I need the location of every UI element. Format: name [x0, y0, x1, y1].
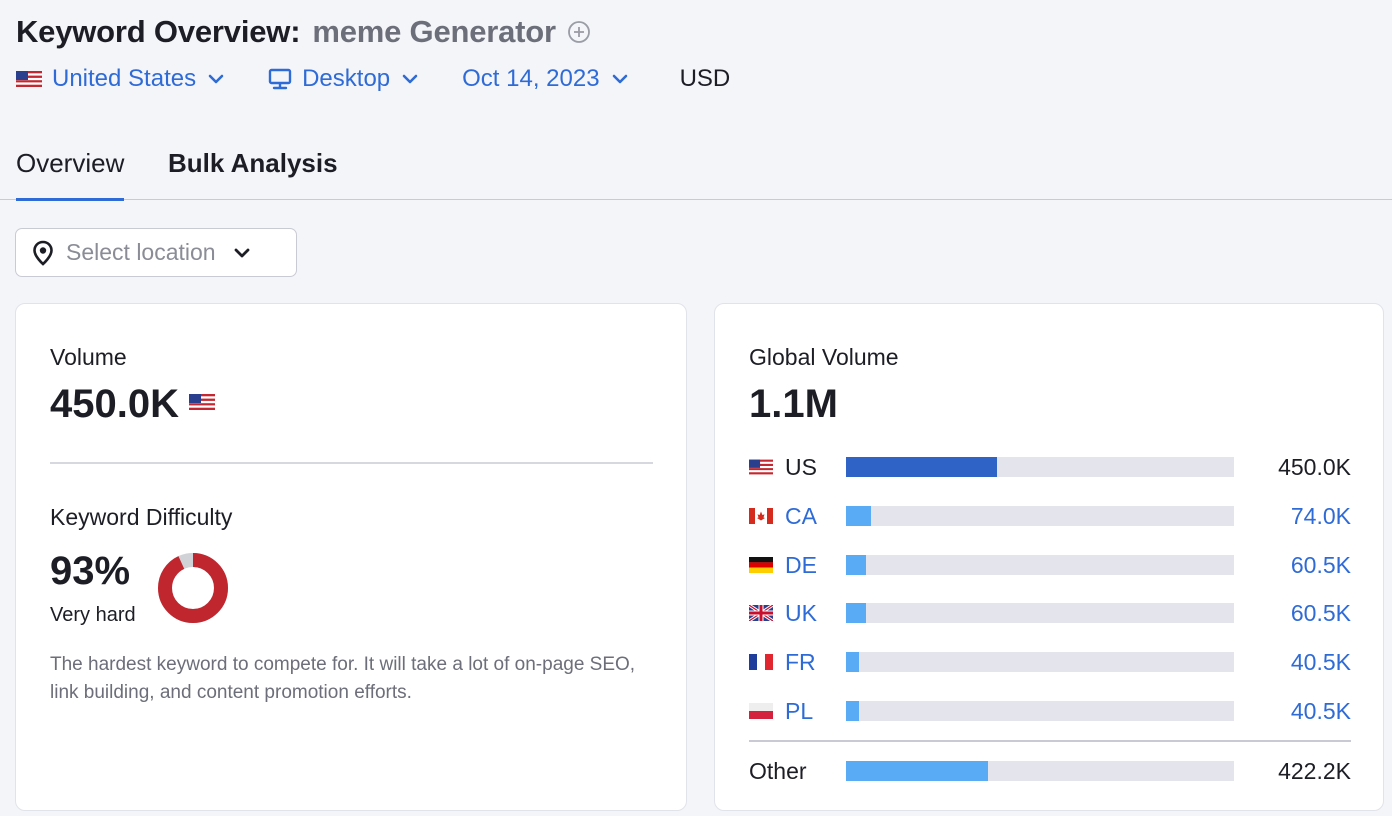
volume-bar-track: [846, 506, 1234, 526]
country-volume[interactable]: 60.5K: [1291, 552, 1351, 579]
volume-bar-track: [846, 701, 1234, 721]
volume-bar-fill: [846, 761, 989, 781]
desktop-icon: [268, 68, 292, 90]
volume-label: Volume: [50, 344, 127, 370]
volume-bar-track: [846, 555, 1234, 575]
country-volume[interactable]: 74.0K: [1291, 503, 1351, 530]
keyword-title: meme Generator: [312, 14, 556, 49]
country-code[interactable]: CA: [785, 503, 845, 530]
tab-bulk-analysis[interactable]: Bulk Analysis: [168, 148, 338, 179]
us-flag-icon: [749, 459, 775, 475]
volume-bar-track: [846, 603, 1234, 623]
location-placeholder: Select location: [66, 239, 216, 265]
page-title: Keyword Overview:: [16, 14, 301, 49]
global-volume-label: Global Volume: [749, 344, 899, 370]
volume-difficulty-card: Volume 450.0K Keyword Difficulty 93% Ver…: [15, 303, 687, 811]
volume-bar-fill: [846, 457, 998, 477]
other-volume: 422.2K: [1278, 757, 1351, 784]
country-dropdown[interactable]: United States: [16, 65, 224, 93]
keyword-difficulty-label: Keyword Difficulty: [50, 504, 233, 530]
currency-label: USD: [679, 65, 731, 92]
country-row-fr[interactable]: FR 40.5K: [749, 647, 1351, 677]
volume-bar-fill: [846, 555, 867, 575]
country-volume: 450.0K: [1278, 453, 1351, 480]
country-label: United States: [52, 65, 197, 92]
date-label: Oct 14, 2023: [462, 65, 600, 92]
country-code: US: [785, 453, 817, 480]
filter-bar: United States Desktop Oct 14, 2023 USD: [16, 64, 730, 94]
volume-bar-fill: [846, 603, 867, 623]
difficulty-description: The hardest keyword to compete for. It w…: [50, 654, 636, 703]
divider: [50, 462, 653, 464]
plus-circle-icon[interactable]: [566, 19, 592, 45]
other-label: Other: [749, 757, 807, 784]
ca-flag-icon: [749, 508, 775, 524]
us-flag-icon: [16, 71, 42, 87]
fr-flag-icon: [749, 654, 775, 670]
volume-bar-fill: [846, 701, 860, 721]
tab-bar: Overview Bulk Analysis: [0, 140, 1392, 201]
country-code[interactable]: DE: [785, 552, 845, 579]
page-header: Keyword Overview: meme Generator United …: [16, 12, 730, 94]
us-flag-icon: [188, 394, 215, 415]
chevron-down-icon: [234, 248, 250, 258]
country-row-uk[interactable]: UK 60.5K: [749, 598, 1351, 628]
country-volume[interactable]: 40.5K: [1291, 649, 1351, 676]
country-volume[interactable]: 60.5K: [1291, 600, 1351, 627]
location-select[interactable]: Select location: [15, 228, 297, 277]
country-code[interactable]: PL: [785, 698, 845, 725]
country-row-pl[interactable]: PL 40.5K: [749, 696, 1351, 726]
volume-value-row: 450.0K: [50, 382, 215, 427]
map-pin-icon: [32, 240, 54, 266]
volume-bar-fill: [846, 506, 871, 526]
uk-flag-icon: [749, 605, 775, 621]
de-flag-icon: [749, 557, 775, 573]
volume-bar-fill: [846, 652, 860, 672]
chevron-down-icon: [402, 74, 418, 84]
tab-overview[interactable]: Overview: [16, 148, 125, 201]
volume-bar-track: [846, 761, 1234, 781]
country-row-other: Other 422.2K: [749, 756, 1351, 786]
keyword-difficulty-value: 93%: [50, 549, 131, 593]
difficulty-rating: Very hard: [50, 604, 136, 626]
global-volume-card: Global Volume 1.1M US 450.0K CA 74.0K DE…: [714, 303, 1384, 811]
date-dropdown[interactable]: Oct 14, 2023: [462, 65, 627, 93]
country-row-ca[interactable]: CA 74.0K: [749, 501, 1351, 531]
title-row: Keyword Overview: meme Generator: [16, 12, 730, 52]
country-code[interactable]: FR: [785, 649, 845, 676]
global-volume-value: 1.1M: [749, 382, 838, 426]
device-dropdown[interactable]: Desktop: [268, 65, 418, 93]
difficulty-donut-chart: [157, 552, 229, 629]
volume-bar-track: [846, 652, 1234, 672]
country-volume[interactable]: 40.5K: [1291, 698, 1351, 725]
volume-bar-track: [846, 457, 1234, 477]
pl-flag-icon: [749, 703, 775, 719]
country-row-us: US 450.0K: [749, 452, 1351, 482]
divider: [749, 740, 1351, 742]
chevron-down-icon: [612, 74, 628, 84]
device-label: Desktop: [302, 65, 391, 92]
volume-value: 450.0K: [50, 382, 179, 426]
country-code[interactable]: UK: [785, 600, 845, 627]
chevron-down-icon: [208, 74, 224, 84]
country-row-de[interactable]: DE 60.5K: [749, 550, 1351, 580]
